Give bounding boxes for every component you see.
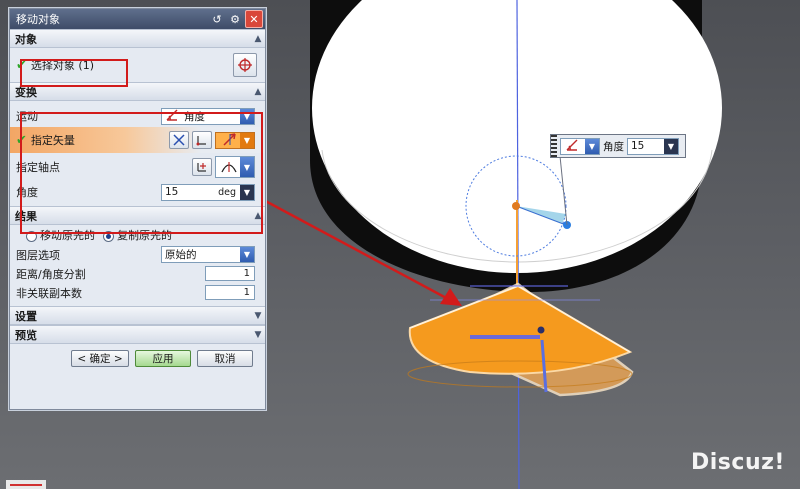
angle-row: 角度 15 deg ▼: [10, 181, 265, 203]
angle-value: 15: [165, 186, 179, 198]
chevron-up-icon: ▲: [254, 86, 262, 97]
move-original-label: 移动原先的: [40, 229, 95, 242]
specify-vector-label: 指定矢量: [30, 134, 75, 147]
chevron-down-icon: ▼: [585, 138, 599, 154]
motion-label: 运动: [16, 110, 38, 123]
copies-input[interactable]: 1: [205, 285, 255, 300]
chevron-up-icon: ▲: [254, 33, 262, 44]
copies-label: 非关联副本数: [16, 286, 82, 300]
vector-constructor-icon: [196, 136, 206, 146]
vector-type-dropdown[interactable]: ▼: [215, 131, 255, 149]
layer-option-row: 图层选项 原始的 ▼: [10, 245, 265, 264]
specify-pivot-label: 指定轴点: [16, 161, 60, 174]
copies-row: 非关联副本数 1: [10, 283, 265, 302]
motion-value: 角度: [184, 110, 205, 123]
ok-button[interactable]: < 确定 >: [71, 350, 129, 367]
reset-icon[interactable]: ↺: [209, 11, 225, 27]
layer-option-label: 图层选项: [16, 248, 60, 262]
pivot-type-dropdown[interactable]: ▼: [215, 156, 255, 178]
float-angle-value: 15: [631, 140, 645, 152]
crosshair-icon: [238, 58, 252, 72]
distance-split-label: 距离/角度分割: [16, 267, 86, 281]
motion-dropdown[interactable]: 角度 ▼: [161, 107, 255, 125]
cancel-button[interactable]: 取消: [197, 350, 253, 367]
toolbar-grip[interactable]: [551, 135, 557, 157]
dialog-titlebar[interactable]: 移动对象 ↺ ⚙ ✕: [10, 9, 265, 29]
apply-button[interactable]: 应用: [135, 350, 191, 367]
chevron-up-icon: ▲: [254, 210, 262, 221]
angle-icon: [162, 109, 181, 124]
radio-icon: [26, 230, 37, 242]
float-angle-label: 角度: [603, 140, 624, 153]
chevron-down-icon: ▼: [240, 108, 254, 124]
section-transform[interactable]: 变换 ▲: [10, 82, 265, 101]
reverse-direction-button[interactable]: [169, 131, 189, 149]
float-angle-input[interactable]: 15 ▼: [627, 137, 679, 155]
select-object-row[interactable]: ✔ 选择对象 (1): [10, 48, 265, 82]
copy-original-label: 复制原先的: [117, 229, 172, 242]
distance-split-row: 距离/角度分割 1: [10, 264, 265, 283]
section-result-label: 结果: [15, 209, 37, 223]
chevron-down-icon: ▼: [240, 132, 254, 148]
angle-unit: deg: [218, 186, 236, 198]
chevron-down-icon: ▼: [254, 329, 262, 340]
specify-vector-row[interactable]: ✔ 指定矢量 ▼: [10, 127, 265, 153]
section-object[interactable]: 对象 ▲: [10, 29, 265, 48]
angle-input[interactable]: 15 deg ▼: [161, 183, 255, 201]
select-object-label: 选择对象 (1): [30, 59, 94, 72]
motion-row: 运动 角度 ▼: [10, 105, 265, 127]
inferred-vector-icon: [216, 132, 240, 149]
section-settings-label: 设置: [15, 309, 37, 323]
gear-icon[interactable]: ⚙: [227, 11, 243, 27]
chevron-down-icon: ▼: [240, 247, 254, 262]
dialog-title: 移动对象: [16, 13, 60, 26]
section-object-label: 对象: [15, 32, 37, 46]
vector-dialog-button[interactable]: [192, 131, 212, 149]
section-preview[interactable]: 预览 ▼: [10, 325, 265, 344]
move-object-dialog: 移动对象 ↺ ⚙ ✕ 对象 ▲ ✔ 选择对象 (1) 变换 ▲ 运动 角度 ▼ …: [9, 8, 266, 410]
specify-pivot-row[interactable]: 指定轴点 ▼: [10, 153, 265, 181]
radio-selected-icon: [103, 230, 114, 242]
close-icon[interactable]: ✕: [245, 10, 263, 28]
check-icon: ✔: [16, 57, 27, 73]
chevron-down-icon: ▼: [254, 310, 262, 321]
layer-option-dropdown[interactable]: 原始的 ▼: [161, 246, 255, 263]
section-settings[interactable]: 设置 ▼: [10, 306, 265, 325]
section-preview-label: 预览: [15, 328, 37, 342]
point-constructor-icon: [197, 163, 206, 172]
check-icon: ✔: [16, 132, 27, 148]
down-arrow-icon: ▼: [664, 138, 678, 154]
copy-original-radio[interactable]: 复制原先的: [103, 227, 172, 243]
chevron-down-icon: ▼: [240, 157, 254, 177]
watermark-text: Discuz!: [691, 450, 785, 475]
point-dialog-button[interactable]: [192, 158, 212, 176]
angle-icon: [561, 139, 585, 154]
down-arrow-icon: ▼: [240, 184, 254, 200]
move-original-radio[interactable]: 移动原先的: [26, 227, 95, 243]
floating-angle-toolbar: ▼ 角度 15 ▼: [550, 134, 686, 158]
select-object-button[interactable]: [233, 53, 257, 77]
layer-option-value: 原始的: [165, 249, 197, 261]
result-radio-row: 移动原先的 复制原先的: [10, 225, 265, 245]
arc-center-icon: [216, 158, 240, 177]
float-motion-dropdown[interactable]: ▼: [560, 137, 600, 155]
reverse-direction-icon: [173, 134, 185, 146]
dialog-button-bar: < 确定 > 应用 取消: [10, 344, 265, 367]
section-transform-label: 变换: [15, 85, 37, 99]
distance-split-input[interactable]: 1: [205, 266, 255, 281]
section-result[interactable]: 结果 ▲: [10, 206, 265, 225]
angle-label: 角度: [16, 186, 38, 199]
